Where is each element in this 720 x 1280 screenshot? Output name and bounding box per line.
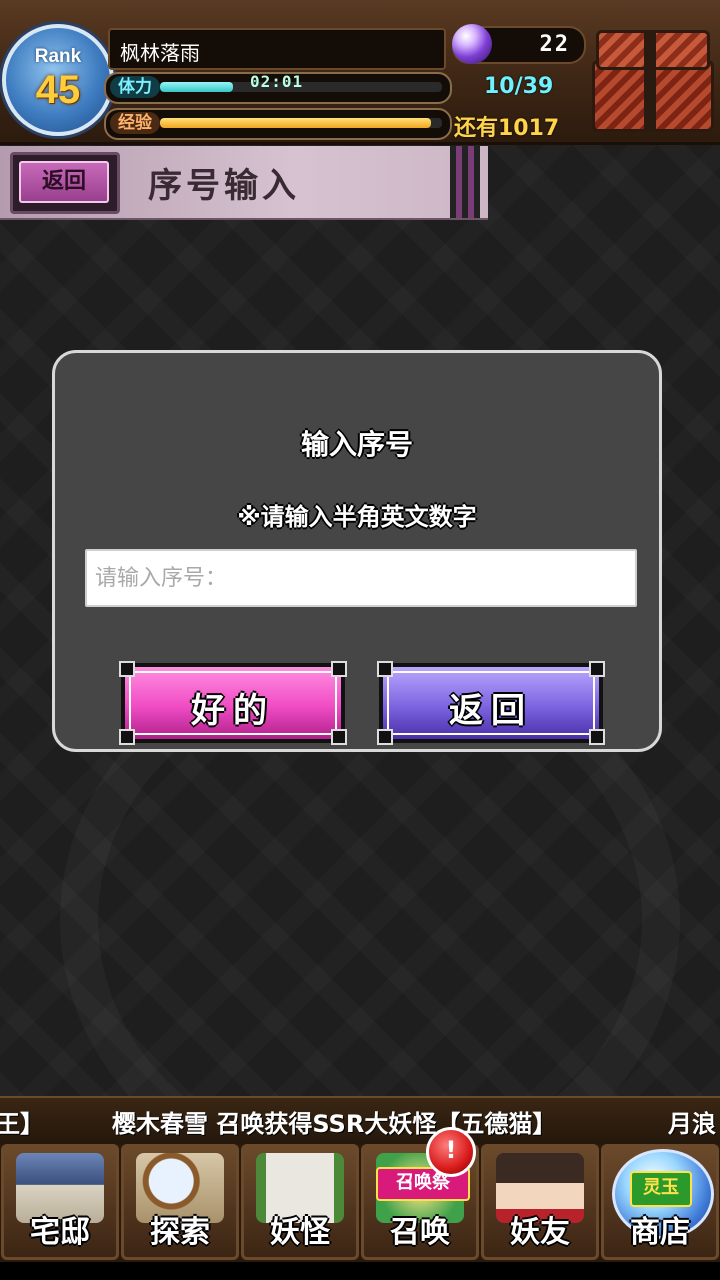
treasure-chest-icon[interactable]: [588, 30, 714, 132]
stamina-timer: 02:01: [250, 72, 304, 91]
notification-badge: !: [426, 1127, 476, 1177]
gem-counter[interactable]: 22: [452, 24, 586, 64]
button-corner: [377, 661, 393, 677]
screen-bottom-edge: [0, 1262, 720, 1280]
rank-level: 45: [35, 68, 81, 112]
nav-label: 妖友: [510, 1215, 570, 1250]
cancel-button[interactable]: 返回: [377, 661, 605, 745]
player-name: 枫林落雨: [120, 41, 200, 65]
rank-label: Rank: [34, 46, 82, 67]
nav-label: 召唤: [390, 1215, 450, 1250]
nav-item-yokai[interactable]: 妖怪: [241, 1144, 359, 1260]
news-ticker: 王】 樱木春雪 召唤获得SSR大妖怪【五德猫】 月浪: [0, 1096, 720, 1146]
nav-item-summon[interactable]: 召唤祭 ! 召唤: [361, 1127, 479, 1260]
exp-track: [160, 118, 442, 128]
nav-item-mansion[interactable]: 宅邸: [1, 1144, 119, 1260]
shop-tag: 灵玉: [630, 1171, 692, 1207]
spirit-gem-icon: [452, 24, 492, 64]
ticker-message: 樱木春雪 召唤获得SSR大妖怪【五德猫】: [112, 1110, 557, 1138]
gem-count: 22: [539, 32, 570, 57]
page-title: 序号输入: [148, 166, 300, 206]
cancel-button-label: 返回: [449, 691, 533, 731]
exp-bar: 经验: [104, 108, 452, 140]
nav-label: 宅邸: [30, 1215, 90, 1250]
stamina-bar: 体力 02:01: [104, 72, 452, 104]
stamina-fill: [160, 82, 234, 92]
stamina-count: 10/39: [484, 74, 554, 99]
exp-remaining: 还有1017: [454, 116, 560, 141]
nav-item-explore[interactable]: 探索: [121, 1144, 239, 1260]
button-corner: [331, 661, 347, 677]
button-corner: [589, 661, 605, 677]
dialog-title: 输入序号: [300, 428, 413, 461]
back-button-label: 返回: [19, 161, 109, 203]
stamina-label: 体力: [110, 76, 160, 98]
bottom-nav: 宅邸 探索 妖怪 召唤祭 ! 召唤 妖友 灵玉 商店: [0, 1127, 720, 1262]
header-decoration: [450, 146, 480, 218]
nav-label: 商店: [630, 1215, 690, 1250]
ok-button-label: 好的: [191, 691, 275, 731]
nav-label: 探索: [150, 1215, 210, 1250]
dialog-note: ※请输入半角英文数字: [237, 503, 477, 531]
rank-badge[interactable]: Rank 45: [2, 24, 114, 136]
exp-fill: [160, 118, 431, 128]
nav-item-shop[interactable]: 灵玉 商店: [601, 1144, 719, 1260]
serial-input-dialog: 输入序号 ※请输入半角英文数字 好的 返回: [52, 350, 662, 752]
top-status-bar: Rank 45 枫林落雨 体力 02:01 经验 22 10/39 还有1017: [0, 0, 720, 145]
nav-label: 妖怪: [270, 1215, 330, 1250]
button-corner: [119, 661, 135, 677]
ticker-left-fragment: 王】: [0, 1110, 44, 1138]
ok-button[interactable]: 好的: [119, 661, 347, 745]
chest-strap: [644, 30, 656, 130]
ticker-right-fragment: 月浪: [668, 1110, 716, 1138]
back-button[interactable]: 返回: [10, 152, 120, 214]
serial-input[interactable]: [85, 549, 637, 607]
nav-item-friends[interactable]: 妖友: [481, 1144, 599, 1260]
exp-label: 经验: [110, 112, 160, 134]
player-name-box: 枫林落雨: [108, 28, 446, 70]
